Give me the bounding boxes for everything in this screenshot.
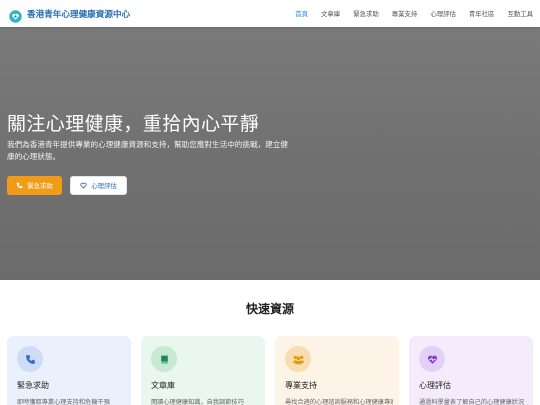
group-icon [285,346,311,372]
resource-card-articles[interactable]: 文章庫 閱讀心理健康知識，自我調節技巧 [141,336,265,405]
hero-title: 關注心理健康，重拾內心平靜 [7,113,260,135]
nav-item-community[interactable]: 青年社區 [469,9,495,18]
nav-item-professional[interactable]: 專業支持 [392,9,418,18]
card-title: 專業支持 [285,381,317,390]
nav-links: 首頁 文章庫 緊急求助 專業支持 心理評估 青年社區 互動工具 [282,0,533,27]
heart-pulse-icon [419,346,445,372]
card-title: 文章庫 [151,381,175,390]
nav-item-home[interactable]: 首頁 [295,9,308,18]
hero-section: 關注心理健康，重拾內心平靜 我們為香港青年提供專業的心理健康資源和支持，幫助您應… [0,27,540,280]
resource-card-emergency[interactable]: 緊急求助 即時獲取專業心理支持和危機干預 [7,336,131,405]
phone-icon [16,182,23,189]
phone-icon [17,346,43,372]
nav-item-assessment[interactable]: 心理評估 [430,9,456,18]
mental-assessment-label: 心理評估 [91,182,117,190]
card-description: 即時獲取專業心理支持和危機干預 [17,399,110,405]
emergency-help-button[interactable]: 緊急求助 [7,176,62,195]
card-title: 緊急求助 [17,381,49,390]
resource-card-assessment[interactable]: 心理評估 通過科學量表了解自己的心理健康狀況 [409,336,533,405]
section-title: 快速資源 [245,302,294,316]
emergency-help-label: 緊急求助 [27,182,53,190]
resource-card-professional[interactable]: 專業支持 尋找合適的心理諮詢服務和心理健康專家 [275,336,399,405]
book-icon [151,346,177,372]
mental-assessment-button[interactable]: 心理評估 [70,176,127,195]
site-title: 香港青年心理健康資源中心 [27,10,131,20]
heart-hands-icon [9,8,22,23]
nav-item-emergency[interactable]: 緊急求助 [353,9,379,18]
brand[interactable]: 香港青年心理健康資源中心 [9,6,131,23]
card-description: 通過科學量表了解自己的心理健康狀況 [419,399,525,405]
card-description: 尋找合適的心理諮詢服務和心理健康專家 [285,399,393,405]
card-title: 心理評估 [419,381,451,390]
quick-resources-section: 快速資源 緊急求助 即時獲取專業心理支持和危機干預 文章庫 閱讀心理健康知識，自… [0,280,540,405]
nav-item-articles[interactable]: 文章庫 [321,9,340,18]
nav-item-tools[interactable]: 互動工具 [507,9,533,18]
heart-outline-icon [80,182,87,189]
top-navbar: 香港青年心理健康資源中心 首頁 文章庫 緊急求助 專業支持 心理評估 青年社區 … [0,0,540,27]
card-description: 閱讀心理健康知識，自我調節技巧 [151,399,244,405]
hero-subtitle: 我們為香港青年提供專業的心理健康資源和支持，幫助您應對生活中的挑戰，建立健康的心… [7,140,288,161]
